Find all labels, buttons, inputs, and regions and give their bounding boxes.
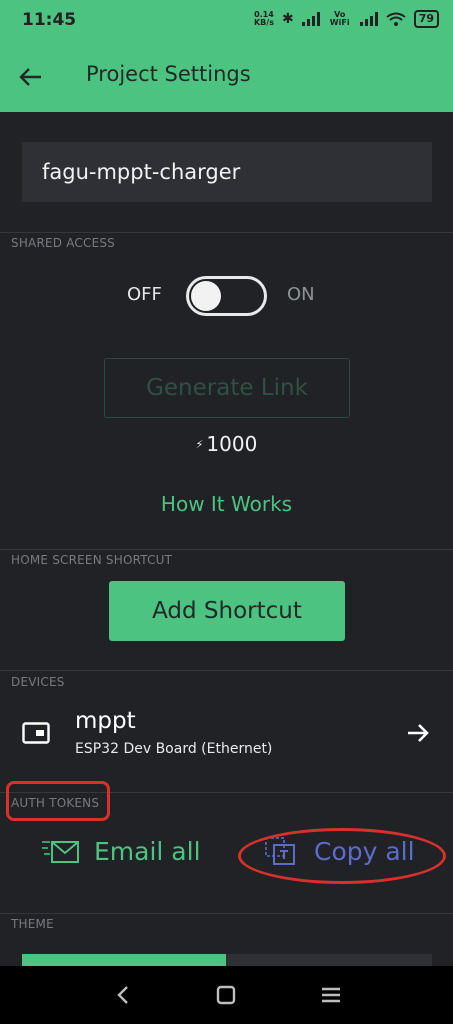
divider <box>0 670 453 671</box>
square-home-icon <box>216 985 236 1005</box>
add-shortcut-button[interactable]: Add Shortcut <box>109 581 345 641</box>
nav-back-button[interactable] <box>110 982 136 1008</box>
email-icon <box>42 841 79 863</box>
arrow-left-icon <box>19 68 41 86</box>
annotation-box <box>6 781 110 821</box>
divider <box>0 913 453 914</box>
back-button[interactable] <box>16 62 46 92</box>
volte-label: Vo WiFi <box>329 10 350 27</box>
chevron-left-icon <box>117 986 128 1004</box>
energy-cost: ⚡ 1000 <box>0 432 453 456</box>
shared-access-toggle[interactable] <box>186 276 267 316</box>
status-bar: 11:45 0.14 KB/s ✱ Vo WiFi 79 <box>0 0 453 42</box>
section-label-theme: THEME <box>11 917 54 931</box>
divider <box>0 549 453 550</box>
section-label-devices: DEVICES <box>11 675 65 689</box>
generate-link-button[interactable]: Generate Link <box>104 358 350 418</box>
device-row[interactable]: mppt ESP32 Dev Board (Ethernet) <box>0 700 453 770</box>
email-all-button[interactable]: Email all <box>40 836 201 866</box>
project-name-field[interactable]: fagu-mppt-charger <box>22 142 432 202</box>
board-icon <box>22 722 50 744</box>
cell-signal-icon <box>301 12 320 26</box>
wifi-icon <box>386 12 406 26</box>
battery-indicator: 79 <box>413 10 439 28</box>
menu-icon <box>322 987 340 1003</box>
bluetooth-icon: ✱ <box>281 11 294 27</box>
toggle-on-label: ON <box>287 284 315 305</box>
net-speed: 0.14 KB/s <box>254 11 274 27</box>
toggle-off-label: OFF <box>127 284 162 305</box>
arrow-right-icon[interactable] <box>405 720 431 746</box>
email-all-label: Email all <box>94 836 201 866</box>
status-icons: 0.14 KB/s ✱ Vo WiFi 79 <box>254 10 439 28</box>
divider <box>0 232 453 233</box>
annotation-ellipse <box>238 828 446 884</box>
status-time: 11:45 <box>22 10 77 30</box>
net-speed-unit: KB/s <box>253 18 274 27</box>
app-bar: Project Settings <box>0 42 453 112</box>
nav-menu-button[interactable] <box>318 982 344 1008</box>
navigation-bar <box>0 966 453 1024</box>
energy-cost-value: 1000 <box>206 432 258 456</box>
how-it-works-link[interactable]: How It Works <box>0 492 453 516</box>
toggle-knob <box>191 281 221 311</box>
section-label-home-shortcut: HOME SCREEN SHORTCUT <box>11 553 173 567</box>
lightning-icon: ⚡ <box>195 438 204 451</box>
device-name: mppt <box>75 708 136 734</box>
device-type: ESP32 Dev Board (Ethernet) <box>75 741 273 757</box>
page-title: Project Settings <box>86 62 251 86</box>
section-label-shared-access: SHARED ACCESS <box>11 236 115 250</box>
nav-home-button[interactable] <box>213 982 239 1008</box>
cell-signal-2-icon <box>359 12 378 26</box>
